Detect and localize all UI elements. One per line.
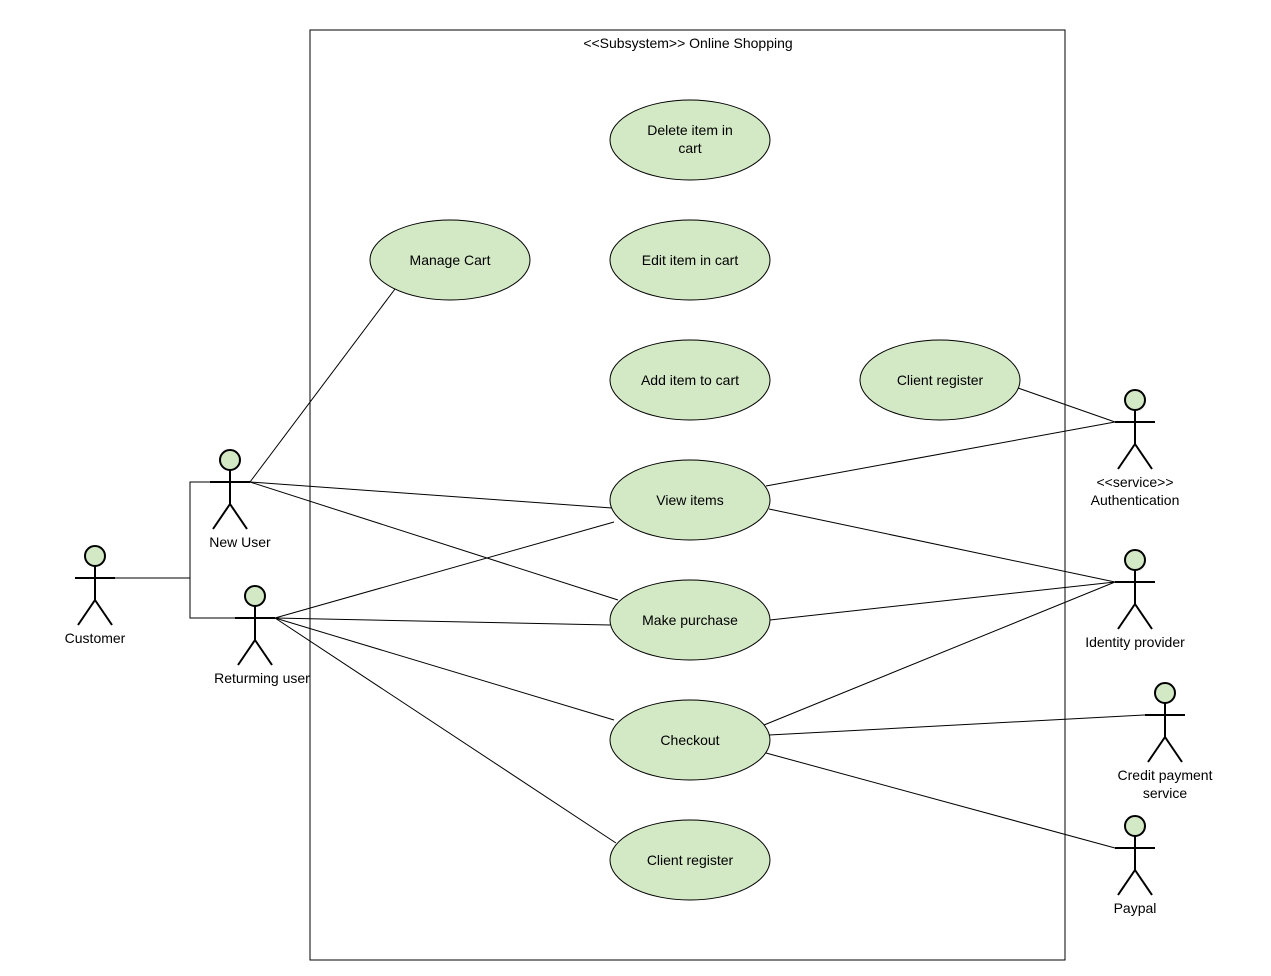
- usecase-client-register-bottom-label: Client register: [647, 852, 734, 868]
- assoc-credit-checkout: [769, 715, 1145, 735]
- actor-returning-user-label: Returming user: [214, 670, 310, 686]
- assoc-returning-checkout: [275, 618, 614, 720]
- usecase-add-item-label: Add item to cart: [641, 372, 739, 388]
- usecase-edit-item-label: Edit item in cart: [642, 252, 739, 268]
- usecase-client-register-top-label: Client register: [897, 372, 984, 388]
- assoc-auth-clientregister: [1018, 388, 1115, 422]
- actor-paypal-label: Paypal: [1114, 900, 1157, 916]
- actor-authentication: [1115, 390, 1155, 469]
- usecase-manage-cart-label: Manage Cart: [410, 252, 491, 268]
- assoc-identity-makepurchase: [770, 582, 1115, 620]
- actor-paypal: [1115, 816, 1155, 895]
- assoc-returning-viewitems: [275, 522, 614, 618]
- assoc-newuser-viewitems: [250, 482, 612, 508]
- actor-identity-provider: [1115, 550, 1155, 629]
- actor-credit-payment-label-2: service: [1143, 785, 1188, 801]
- usecase-delete-item-label-1: Delete item in: [647, 122, 733, 138]
- assoc-newuser-makepurchase: [250, 482, 618, 600]
- actor-authentication-label-2: Authentication: [1091, 492, 1180, 508]
- assoc-returning-makepurchase: [275, 618, 610, 625]
- system-title: <<Subsystem>> Online Shopping: [583, 35, 792, 51]
- actor-returning-user: [235, 586, 275, 665]
- usecase-delete-item-label-2: cart: [678, 140, 701, 156]
- assoc-paypal-checkout: [766, 753, 1115, 848]
- actor-customer: [75, 546, 115, 625]
- assoc-customer-returninguser: [190, 578, 235, 618]
- assoc-newuser-managecart: [250, 289, 395, 482]
- actor-new-user-label: New User: [209, 534, 271, 550]
- assoc-customer-newuser: [115, 482, 210, 578]
- actor-credit-payment: [1145, 683, 1185, 762]
- actor-identity-provider-label: Identity provider: [1085, 634, 1185, 650]
- usecase-view-items-label: View items: [656, 492, 723, 508]
- actor-authentication-label-1: <<service>>: [1096, 474, 1173, 490]
- assoc-auth-viewitems: [766, 422, 1115, 486]
- use-case-diagram: <<Subsystem>> Online Shopping Delete ite…: [0, 0, 1271, 976]
- assoc-identity-viewitems: [769, 509, 1115, 582]
- assoc-identity-checkout: [764, 582, 1115, 725]
- actor-new-user: [210, 450, 250, 529]
- actor-customer-label: Customer: [65, 630, 126, 646]
- actor-credit-payment-label-1: Credit payment: [1118, 767, 1213, 783]
- assoc-returning-clientregister: [275, 618, 616, 843]
- usecase-make-purchase-label: Make purchase: [642, 612, 738, 628]
- usecase-checkout-label: Checkout: [660, 732, 719, 748]
